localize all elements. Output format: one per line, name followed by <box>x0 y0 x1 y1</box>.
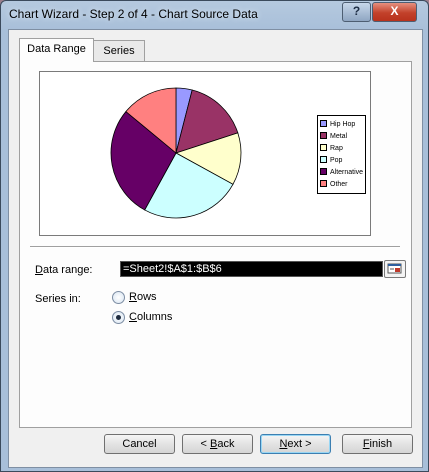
data-range-label-accel: D <box>35 264 43 276</box>
dialog-client-area: Data Range Series Hip Hop Metal Rap Pop Alte… <box>8 29 423 468</box>
finish-button-accel: F <box>362 438 370 450</box>
legend-item: Hip Hop <box>320 120 355 130</box>
chart-wizard-window: Chart Wizard - Step 2 of 4 - Chart Sourc… <box>0 0 429 472</box>
legend-swatch <box>320 120 327 128</box>
back-button-prefix: < <box>200 438 210 450</box>
data-range-input[interactable]: =Sheet2!$A$1:$B$6 <box>120 261 383 277</box>
data-range-label-rest: ata range: <box>42 264 93 276</box>
window-title: Chart Wizard - Step 2 of 4 - Chart Sourc… <box>9 7 258 21</box>
next-button-rest: ext > <box>287 438 312 450</box>
help-button[interactable]: ? <box>342 2 371 22</box>
tab-panel-data-range: Hip Hop Metal Rap Pop Alternative Other Data … <box>19 61 412 428</box>
radio-rows-accel: R <box>129 291 137 303</box>
legend-item: Pop <box>320 156 342 166</box>
radio-columns-circle[interactable] <box>112 311 125 324</box>
data-range-label: Data range: <box>35 264 93 276</box>
legend-swatch <box>320 168 327 176</box>
chart-legend: Hip Hop Metal Rap Pop Alternative Other <box>317 115 366 194</box>
legend-item: Rap <box>320 144 343 154</box>
legend-label: Metal <box>330 133 348 140</box>
legend-label: Other <box>330 181 348 188</box>
close-button[interactable]: X <box>372 2 417 22</box>
radio-columns-accel: C <box>129 311 137 323</box>
separator <box>30 246 400 248</box>
radio-columns-label[interactable]: Columns <box>129 311 172 323</box>
back-button-rest: ack <box>217 438 235 450</box>
legend-swatch <box>320 180 327 188</box>
legend-swatch <box>320 132 327 140</box>
radio-rows-rest: ows <box>136 291 157 303</box>
legend-label: Pop <box>330 157 343 164</box>
collapse-dialog-icon <box>387 263 402 274</box>
next-button[interactable]: Next > <box>260 434 331 454</box>
finish-button-rest: inish <box>369 438 393 450</box>
legend-item: Alternative <box>320 168 363 178</box>
back-button[interactable]: < Back <box>182 434 253 454</box>
radio-rows-label[interactable]: Rows <box>129 291 157 303</box>
title-bar[interactable]: Chart Wizard - Step 2 of 4 - Chart Sourc… <box>1 1 428 29</box>
radio-rows-circle[interactable] <box>112 291 125 304</box>
radio-columns-rest: olumns <box>136 311 173 323</box>
collapse-dialog-button[interactable] <box>384 260 406 278</box>
finish-button[interactable]: Finish <box>342 434 413 454</box>
legend-swatch <box>320 156 327 164</box>
legend-swatch <box>320 144 327 152</box>
tab-data-range[interactable]: Data Range <box>19 38 94 62</box>
legend-label: Rap <box>330 145 343 152</box>
series-in-label: Series in: <box>35 293 81 305</box>
tab-series[interactable]: Series <box>93 40 145 61</box>
cancel-button[interactable]: Cancel <box>104 434 175 454</box>
legend-item: Metal <box>320 132 347 142</box>
legend-label: Alternative <box>330 169 364 176</box>
radio-selected-dot <box>116 315 121 320</box>
legend-label: Hip Hop <box>330 121 356 128</box>
legend-item: Other <box>320 180 348 190</box>
chart-preview: Hip Hop Metal Rap Pop Alternative Other <box>39 71 371 236</box>
